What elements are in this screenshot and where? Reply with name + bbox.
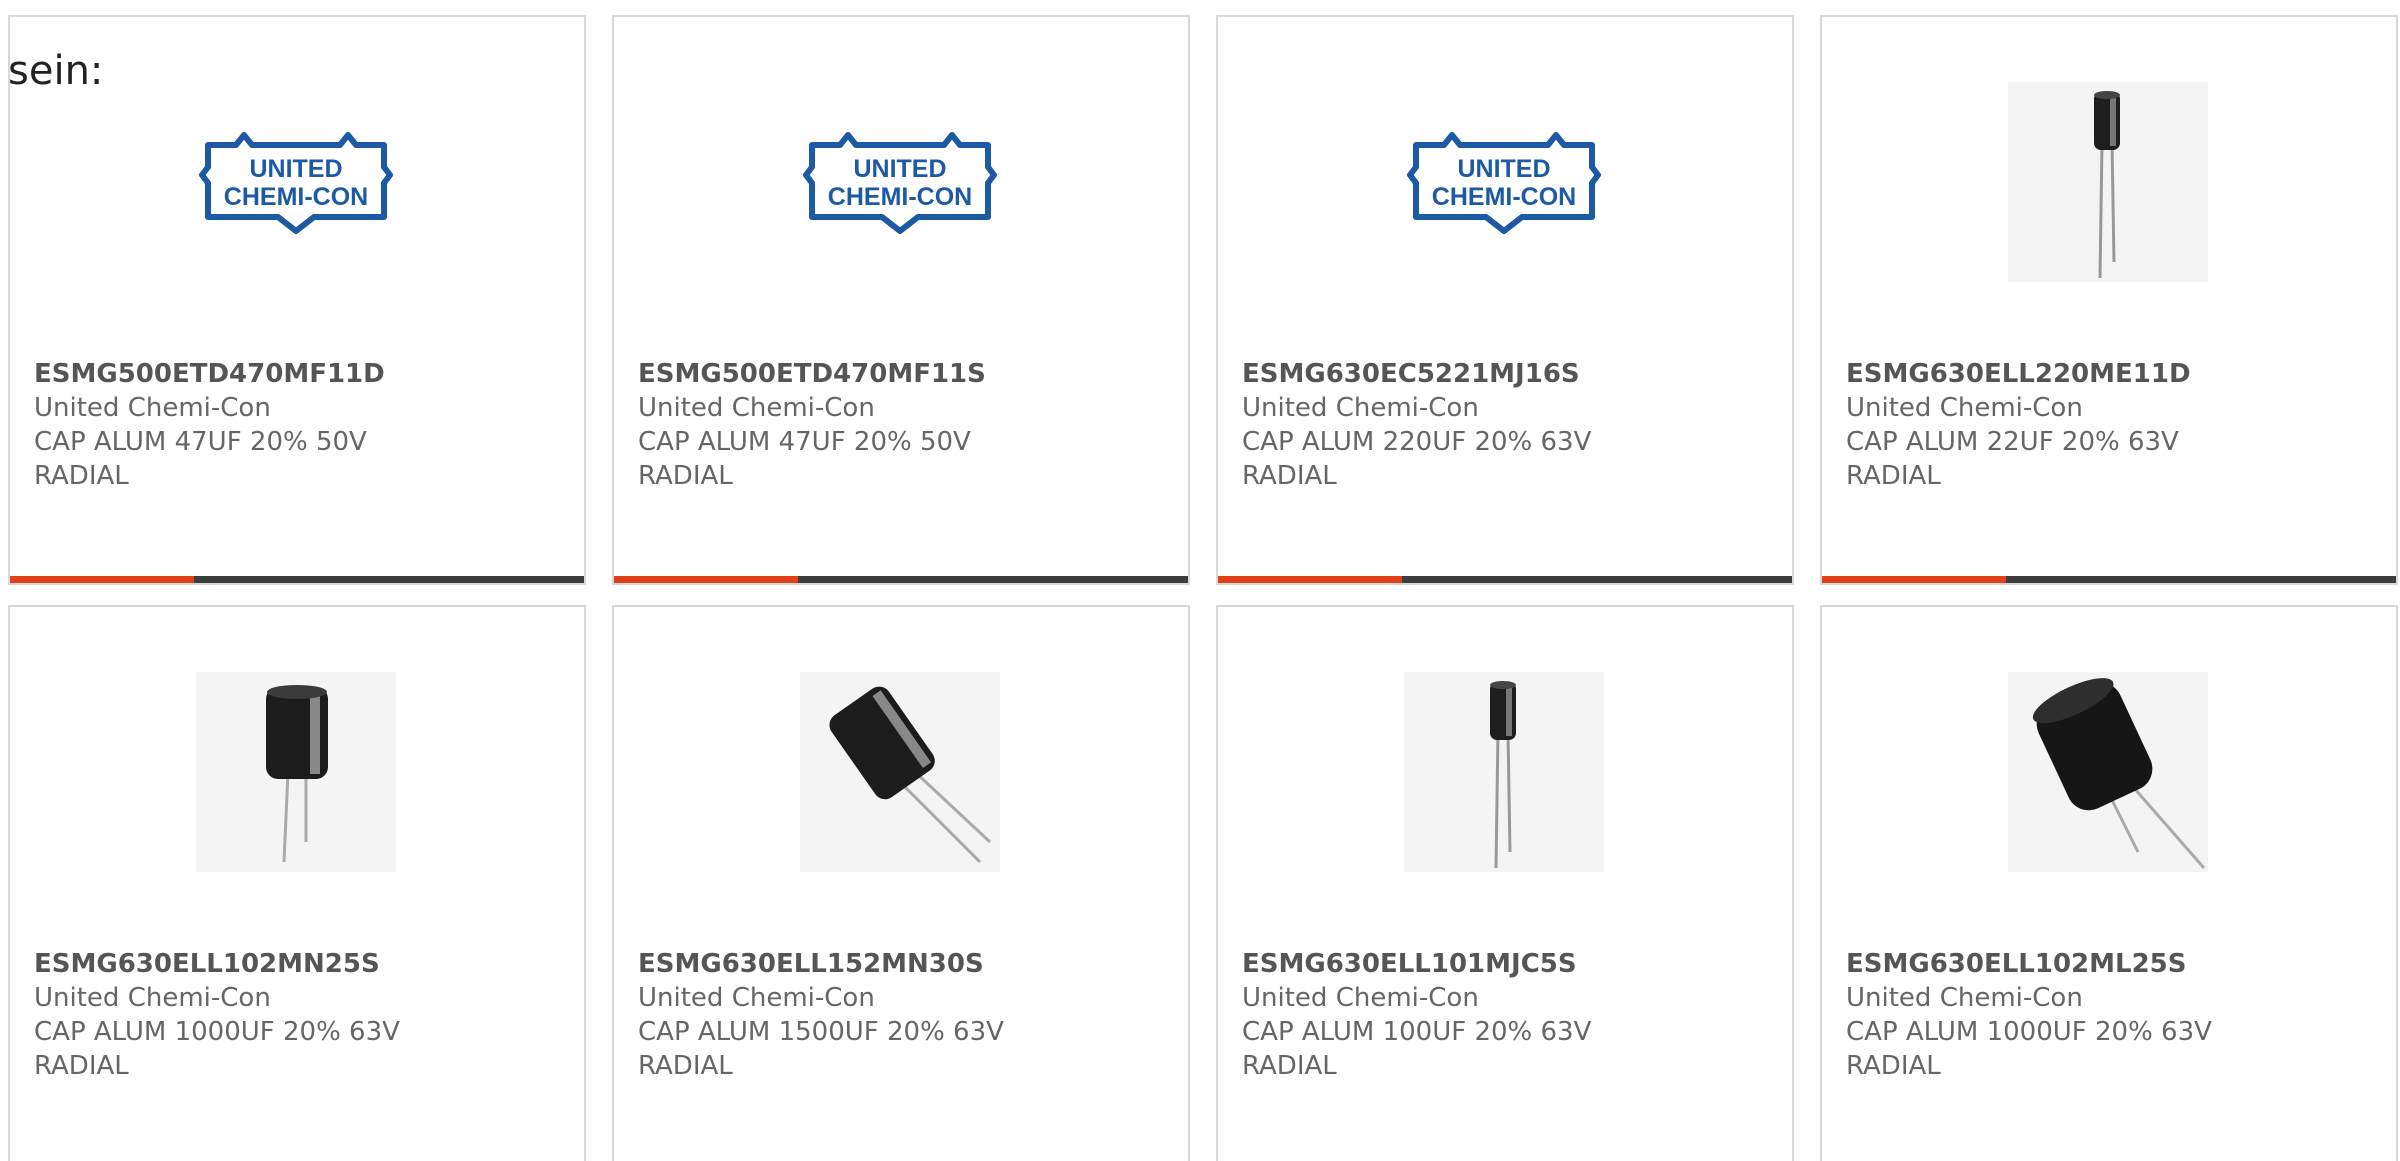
- part-number[interactable]: ESMG630EC5221MJ16S: [1242, 357, 1772, 391]
- part-number[interactable]: ESMG630ELL220ME11D: [1846, 357, 2376, 391]
- capacitor-icon: [2008, 672, 2208, 872]
- manufacturer: United Chemi-Con: [1846, 393, 2083, 423]
- product-info: ESMG630ELL101MJC5S United Chemi-Con CAP …: [1242, 947, 1772, 1083]
- progress-fill: [10, 576, 194, 583]
- product-card[interactable]: ESMG630ELL152MN30S United Chemi-Con CAP …: [612, 605, 1190, 1161]
- part-number[interactable]: ESMG500ETD470MF11D: [34, 357, 564, 391]
- manufacturer: United Chemi-Con: [34, 983, 271, 1013]
- svg-text:CHEMI-CON: CHEMI-CON: [224, 183, 368, 211]
- svg-text:UNITED: UNITED: [1457, 155, 1550, 183]
- description: CAP ALUM 1000UF 20% 63V: [34, 1017, 400, 1047]
- product-image[interactable]: UNITED CHEMI-CON: [1404, 82, 1604, 282]
- description: CAP ALUM 47UF 20% 50V: [638, 427, 971, 457]
- product-image[interactable]: UNITED CHEMI-CON: [196, 82, 396, 282]
- product-image[interactable]: [2008, 82, 2208, 282]
- svg-text:UNITED: UNITED: [249, 155, 342, 183]
- package: RADIAL: [1846, 461, 1941, 491]
- product-info: ESMG500ETD470MF11D United Chemi-Con CAP …: [34, 357, 564, 493]
- united-chemi-con-logo-icon: UNITEDCHEMI-CON: [199, 132, 393, 234]
- package: RADIAL: [1846, 1051, 1941, 1081]
- product-card[interactable]: ESMG630ELL220ME11D United Chemi-Con CAP …: [1820, 15, 2398, 585]
- manufacturer: United Chemi-Con: [34, 393, 271, 423]
- product-card[interactable]: UNITED CHEMI-CON ESMG630EC5221MJ16S Unite…: [1216, 15, 1794, 585]
- progress-bar: [1822, 576, 2396, 583]
- progress-fill: [614, 576, 798, 583]
- description: CAP ALUM 220UF 20% 63V: [1242, 427, 1592, 457]
- manufacturer: United Chemi-Con: [638, 983, 875, 1013]
- manufacturer: United Chemi-Con: [1242, 393, 1479, 423]
- product-info: ESMG630ELL102ML25S United Chemi-Con CAP …: [1846, 947, 2376, 1083]
- product-image[interactable]: [196, 672, 396, 872]
- svg-text:CHEMI-CON: CHEMI-CON: [1432, 183, 1576, 211]
- product-card[interactable]: ESMG630ELL101MJC5S United Chemi-Con CAP …: [1216, 605, 1794, 1161]
- part-number[interactable]: ESMG630ELL101MJC5S: [1242, 947, 1772, 981]
- description: CAP ALUM 22UF 20% 63V: [1846, 427, 2179, 457]
- product-image[interactable]: [1404, 672, 1604, 872]
- description: CAP ALUM 100UF 20% 63V: [1242, 1017, 1592, 1047]
- manufacturer: United Chemi-Con: [1846, 983, 2083, 1013]
- product-grid-page: sein: UNITED CHEMI-CON ESMG500ETD470MF11D…: [0, 0, 2400, 1161]
- svg-text:UNITED: UNITED: [853, 155, 946, 183]
- package: RADIAL: [34, 461, 129, 491]
- product-info: ESMG630ELL220ME11D United Chemi-Con CAP …: [1846, 357, 2376, 493]
- description: CAP ALUM 1500UF 20% 63V: [638, 1017, 1004, 1047]
- product-info: ESMG500ETD470MF11S United Chemi-Con CAP …: [638, 357, 1168, 493]
- package: RADIAL: [638, 461, 733, 491]
- description: CAP ALUM 1000UF 20% 63V: [1846, 1017, 2212, 1047]
- progress-bar: [10, 576, 584, 583]
- capacitor-icon: [196, 672, 396, 872]
- manufacturer: United Chemi-Con: [1242, 983, 1479, 1013]
- product-card[interactable]: UNITED CHEMI-CON ESMG500ETD470MF11S Unite…: [612, 15, 1190, 585]
- product-info: ESMG630ELL152MN30S United Chemi-Con CAP …: [638, 947, 1168, 1083]
- part-number[interactable]: ESMG500ETD470MF11S: [638, 357, 1168, 391]
- product-image[interactable]: [2008, 672, 2208, 872]
- product-card[interactable]: ESMG630ELL102MN25S United Chemi-Con CAP …: [8, 605, 586, 1161]
- svg-text:CHEMI-CON: CHEMI-CON: [828, 183, 972, 211]
- progress-fill: [1218, 576, 1402, 583]
- progress-bar: [1218, 576, 1792, 583]
- capacitor-icon: [2008, 82, 2208, 282]
- part-number[interactable]: ESMG630ELL102ML25S: [1846, 947, 2376, 981]
- united-chemi-con-logo-icon: UNITEDCHEMI-CON: [803, 132, 997, 234]
- intro-text: sein:: [8, 48, 104, 94]
- product-card[interactable]: ESMG630ELL102ML25S United Chemi-Con CAP …: [1820, 605, 2398, 1161]
- united-chemi-con-logo-icon: UNITEDCHEMI-CON: [1407, 132, 1601, 234]
- capacitor-icon: [800, 672, 1000, 872]
- package: RADIAL: [1242, 1051, 1337, 1081]
- product-info: ESMG630ELL102MN25S United Chemi-Con CAP …: [34, 947, 564, 1083]
- manufacturer: United Chemi-Con: [638, 393, 875, 423]
- product-info: ESMG630EC5221MJ16S United Chemi-Con CAP …: [1242, 357, 1772, 493]
- description: CAP ALUM 47UF 20% 50V: [34, 427, 367, 457]
- product-image[interactable]: [800, 672, 1000, 872]
- part-number[interactable]: ESMG630ELL152MN30S: [638, 947, 1168, 981]
- product-image[interactable]: UNITED CHEMI-CON: [800, 82, 1000, 282]
- package: RADIAL: [34, 1051, 129, 1081]
- part-number[interactable]: ESMG630ELL102MN25S: [34, 947, 564, 981]
- progress-fill: [1822, 576, 2006, 583]
- capacitor-icon: [1404, 672, 1604, 872]
- package: RADIAL: [1242, 461, 1337, 491]
- package: RADIAL: [638, 1051, 733, 1081]
- progress-bar: [614, 576, 1188, 583]
- product-card[interactable]: UNITED CHEMI-CON ESMG500ETD470MF11D Unite…: [8, 15, 586, 585]
